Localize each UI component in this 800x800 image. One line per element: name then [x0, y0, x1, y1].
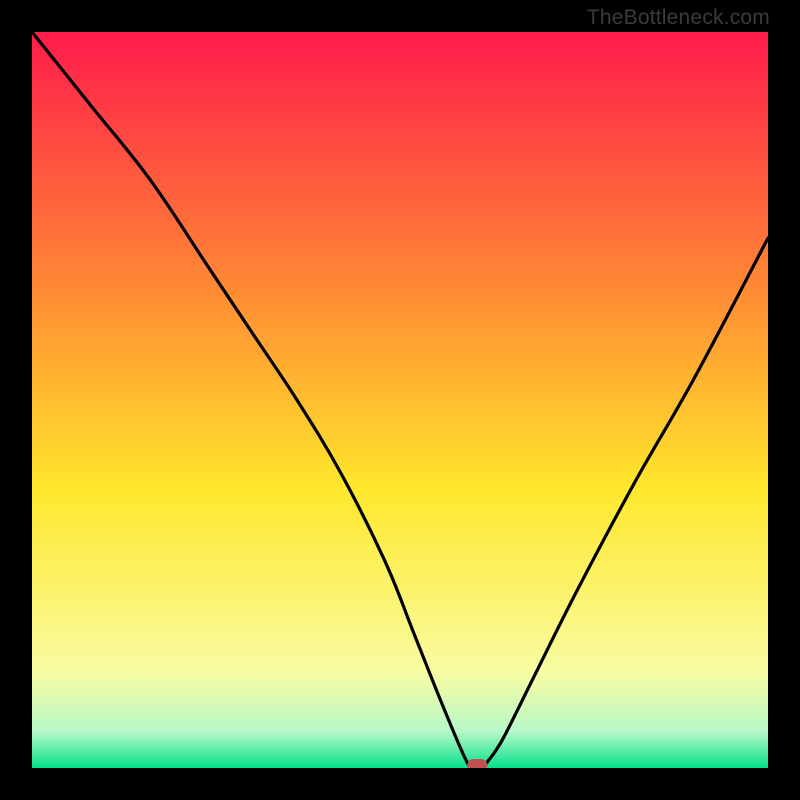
chart-svg [32, 32, 768, 768]
chart-frame: TheBottleneck.com [0, 0, 800, 800]
optimal-marker [467, 759, 487, 768]
gradient-background [32, 32, 768, 768]
plot-area [32, 32, 768, 768]
watermark-label: TheBottleneck.com [587, 6, 770, 30]
